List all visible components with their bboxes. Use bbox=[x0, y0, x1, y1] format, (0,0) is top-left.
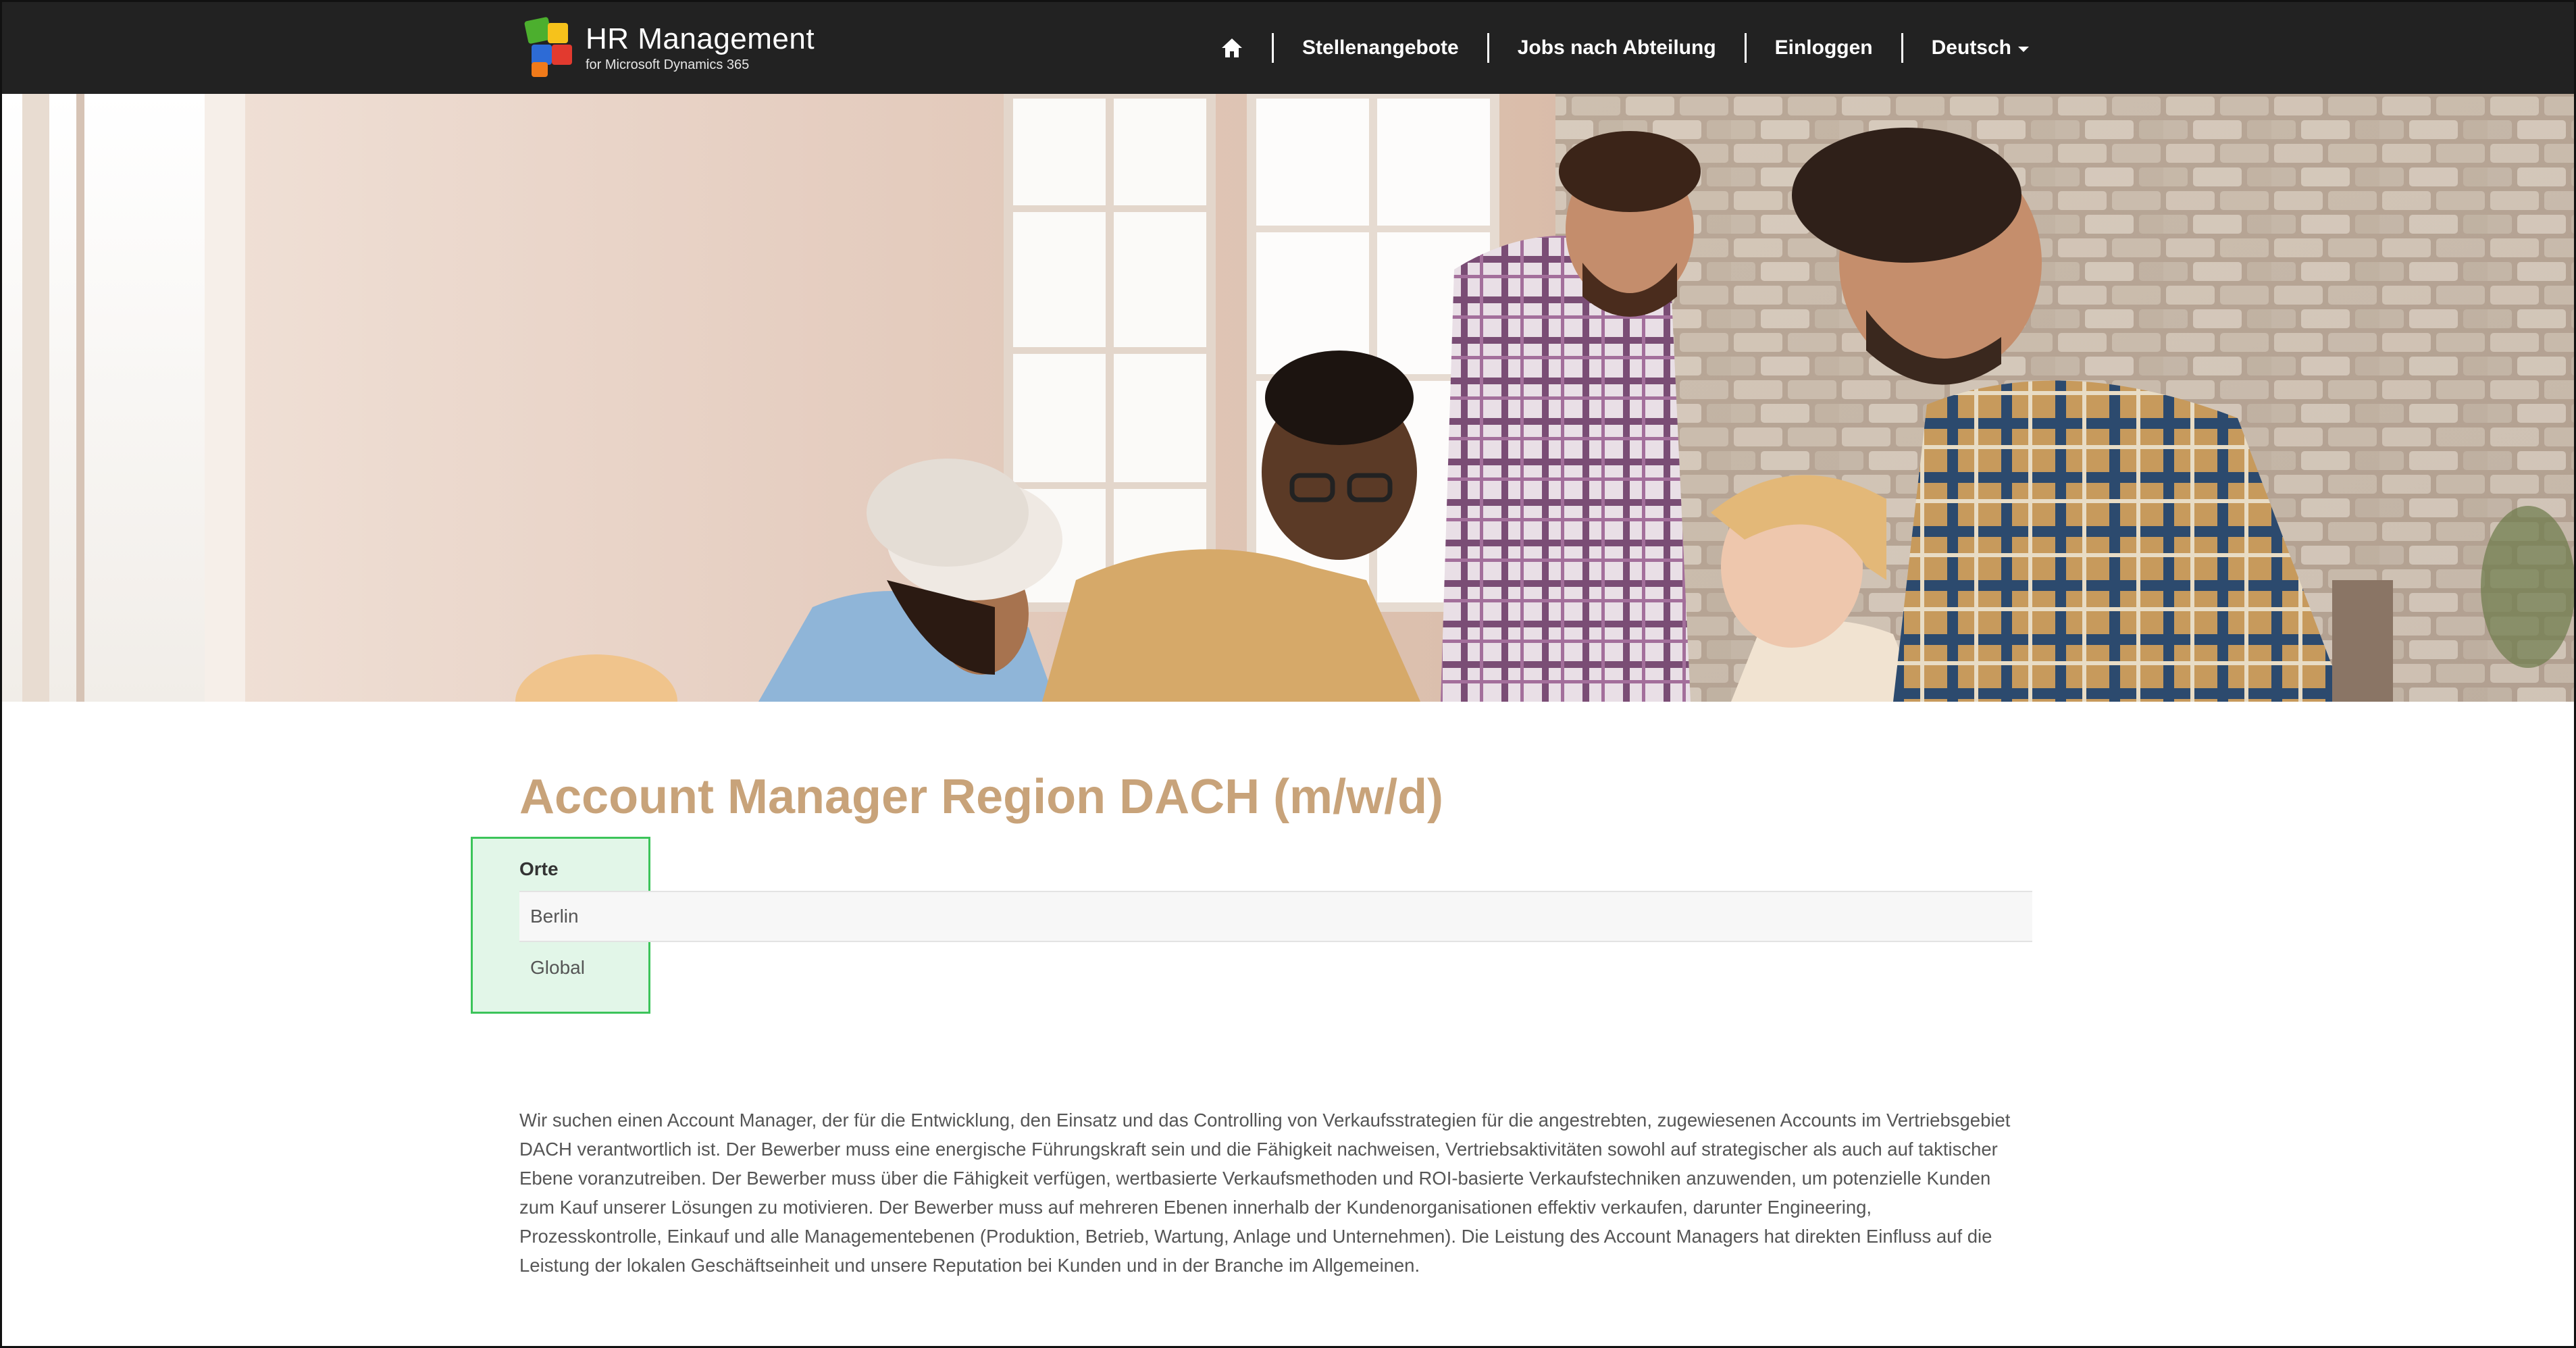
job-description: Wir suchen einen Account Manager, der fü… bbox=[519, 1110, 2011, 1276]
nav-jobs-nach-abteilung[interactable]: Jobs nach Abteilung bbox=[1489, 36, 1745, 59]
top-navbar: HR Management for Microsoft Dynamics 365… bbox=[2, 2, 2574, 94]
home-icon[interactable] bbox=[1192, 37, 1272, 59]
main-nav: Stellenangebote Jobs nach Abteilung Einl… bbox=[1192, 2, 2057, 94]
job-title: Account Manager Region DACH (m/w/d) bbox=[519, 770, 1444, 824]
locations-table: Berlin Global bbox=[519, 891, 2032, 993]
location-row: Berlin bbox=[519, 891, 2032, 942]
locations-heading: Orte bbox=[519, 858, 559, 879]
caret-down-icon bbox=[2018, 47, 2029, 52]
location-row: Global bbox=[530, 957, 585, 978]
puzzle-logo-icon bbox=[522, 16, 576, 78]
brand-logo-link[interactable]: HR Management for Microsoft Dynamics 365 bbox=[522, 16, 815, 80]
nav-einloggen[interactable]: Einloggen bbox=[1747, 36, 1901, 59]
language-label: Deutsch bbox=[1931, 36, 2011, 59]
page: HR Management for Microsoft Dynamics 365… bbox=[0, 0, 2576, 1348]
brand-subtitle: for Microsoft Dynamics 365 bbox=[586, 57, 750, 72]
brand-title: HR Management bbox=[586, 22, 815, 55]
hero-image bbox=[2, 94, 2574, 702]
nav-stellenangebote[interactable]: Stellenangebote bbox=[1274, 36, 1487, 59]
language-dropdown[interactable]: Deutsch bbox=[1903, 36, 2057, 59]
brand-text: HR Management for Microsoft Dynamics 365 bbox=[586, 24, 815, 72]
